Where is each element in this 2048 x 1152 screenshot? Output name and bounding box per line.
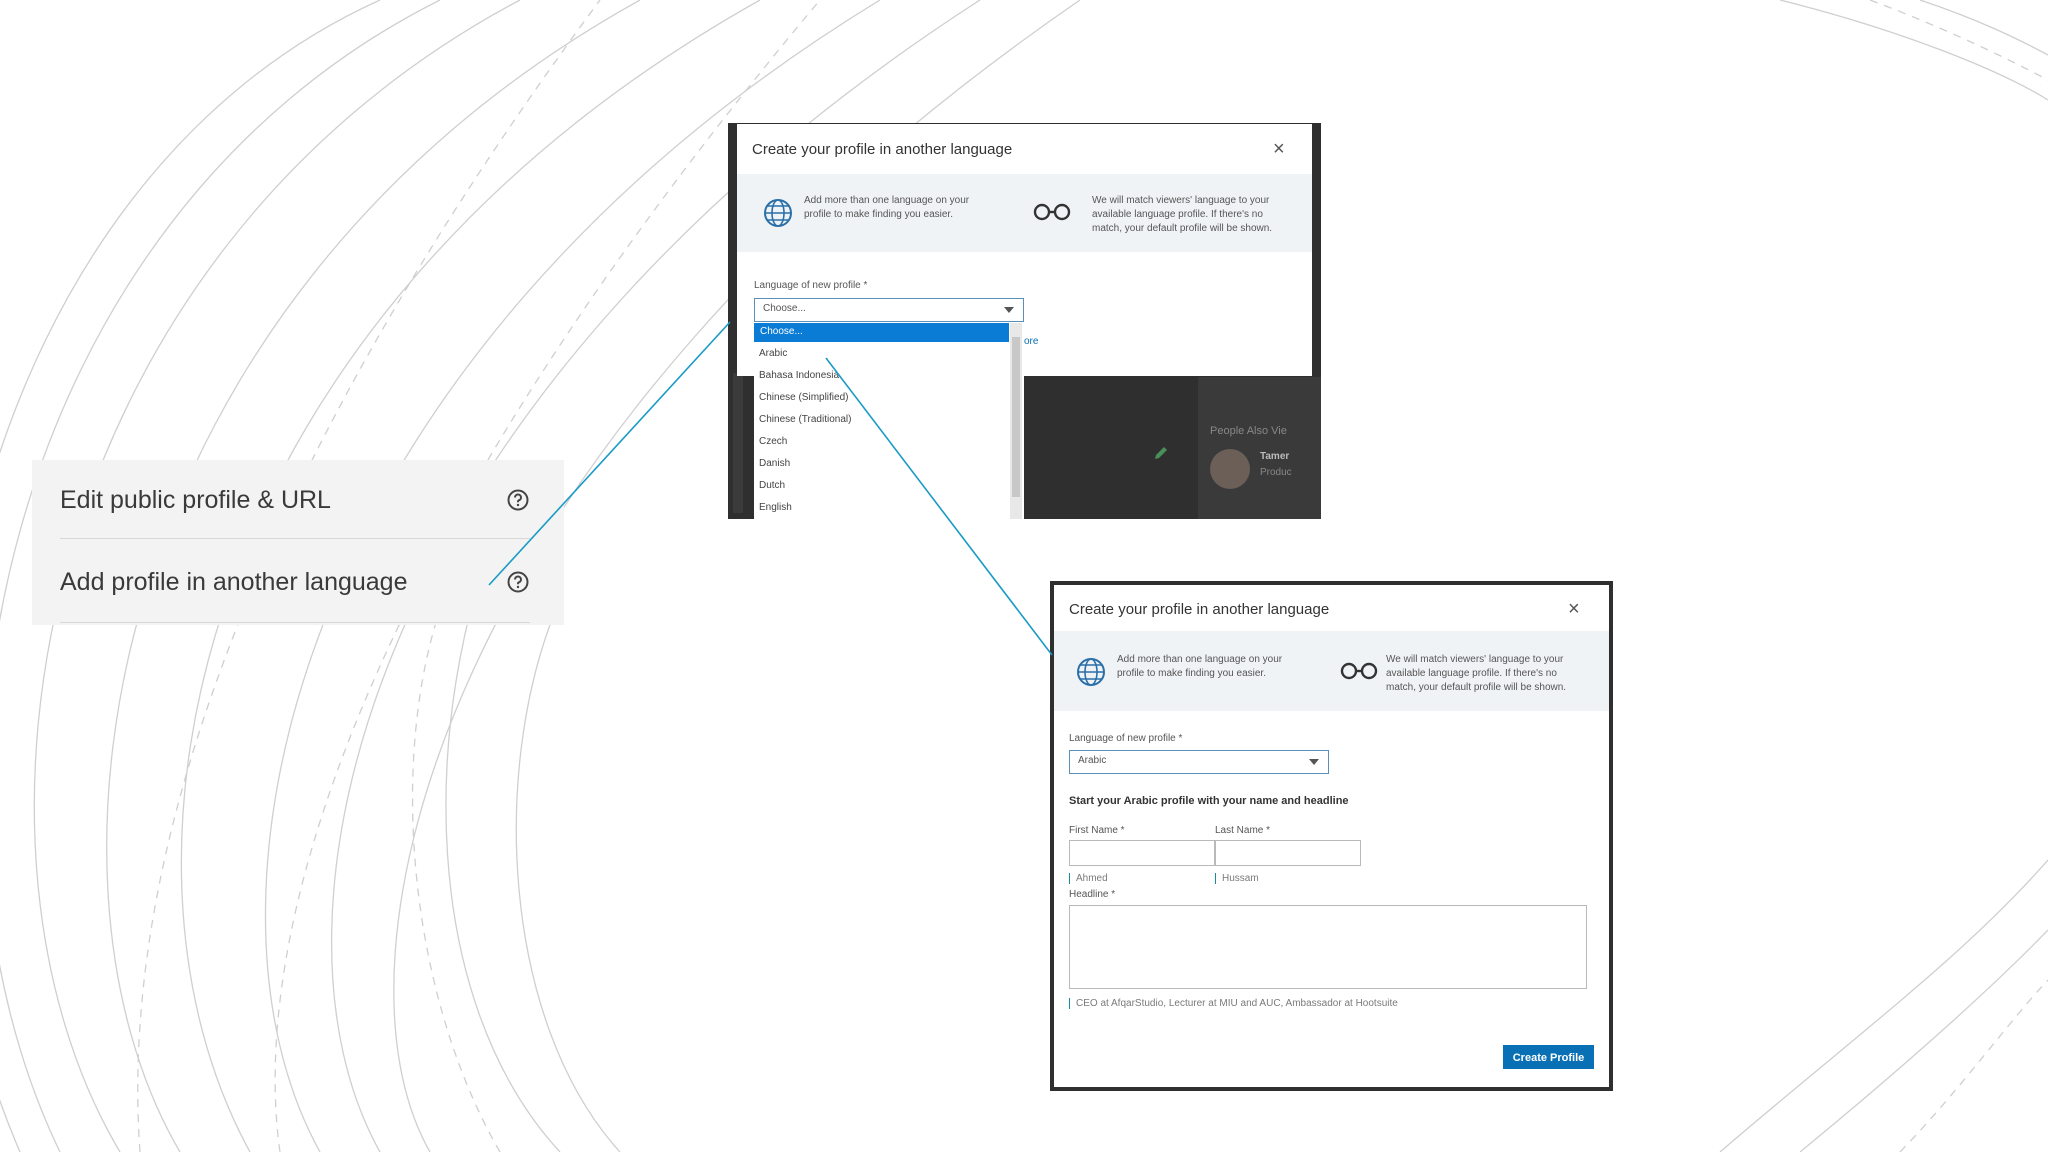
language-label: Language of new profile * bbox=[754, 280, 868, 291]
people-also-viewed-text: People Also Vie bbox=[1210, 425, 1287, 437]
headline-field[interactable] bbox=[1069, 905, 1587, 989]
first-name-field[interactable] bbox=[1069, 840, 1215, 866]
globe-icon bbox=[764, 199, 792, 227]
edit-public-profile-row[interactable]: Edit public profile & URL bbox=[60, 460, 530, 540]
pencil-icon bbox=[1155, 447, 1167, 459]
info-left-text: Add more than one language on your profi… bbox=[804, 195, 970, 220]
info-right-text: We will match viewers' language to your … bbox=[1386, 654, 1567, 693]
glasses-icon bbox=[1340, 662, 1378, 680]
dropdown-option-selected[interactable]: Choose... bbox=[754, 323, 1009, 342]
first-name-hint: Ahmed bbox=[1069, 873, 1108, 884]
dropdown-option[interactable]: Chinese (Traditional) bbox=[759, 414, 851, 425]
create-profile-button[interactable]: Create Profile bbox=[1503, 1045, 1594, 1069]
modal-title: Create your profile in another language bbox=[1069, 601, 1330, 618]
settings-divider bbox=[60, 622, 530, 623]
headline-hint: CEO at AfqarStudio, Lecturer at MIU and … bbox=[1069, 998, 1398, 1009]
partial-name: Tamer bbox=[1260, 451, 1290, 462]
dropdown-option[interactable]: English bbox=[759, 502, 792, 513]
info-left-text: Add more than one language on your profi… bbox=[1117, 654, 1283, 679]
settings-panel: Edit public profile & URL Add profile in… bbox=[32, 460, 564, 625]
add-profile-language-row[interactable]: Add profile in another language bbox=[60, 542, 530, 622]
last-name-hint: Hussam bbox=[1215, 873, 1259, 884]
glasses-icon bbox=[1033, 203, 1071, 221]
dropdown-option[interactable]: Czech bbox=[759, 436, 787, 447]
info-banner: Add more than one language on your profi… bbox=[737, 174, 1312, 252]
dropdown-option[interactable]: Arabic bbox=[759, 348, 787, 359]
close-icon[interactable]: × bbox=[1568, 599, 1580, 619]
scrollbar-thumb[interactable] bbox=[1012, 337, 1020, 497]
avatar bbox=[1210, 449, 1250, 489]
select-value: Arabic bbox=[1078, 755, 1107, 766]
language-dropdown-list: Choose... Arabic Bahasa Indonesia Chines… bbox=[754, 323, 1024, 519]
dropdown-option[interactable]: Bahasa Indonesia bbox=[759, 370, 839, 381]
section-heading: Start your Arabic profile with your name… bbox=[1069, 795, 1349, 807]
help-icon[interactable] bbox=[506, 570, 530, 594]
globe-icon bbox=[1077, 658, 1105, 686]
dropdown-option[interactable]: Chinese (Simplified) bbox=[759, 392, 848, 403]
close-icon[interactable]: × bbox=[1273, 139, 1285, 159]
background-card: People Also Vie Tamer Produc bbox=[1198, 377, 1321, 519]
last-name-field[interactable] bbox=[1215, 840, 1361, 866]
language-select[interactable]: Arabic bbox=[1069, 750, 1329, 774]
headline-label: Headline * bbox=[1069, 889, 1116, 900]
help-icon[interactable] bbox=[506, 488, 530, 512]
chevron-down-icon bbox=[1004, 307, 1014, 313]
info-banner: Add more than one language on your profi… bbox=[1054, 631, 1609, 711]
add-profile-language-label: Add profile in another language bbox=[60, 567, 408, 596]
create-profile-modal-form: Create your profile in another language … bbox=[1054, 585, 1609, 1087]
language-select[interactable]: Choose... bbox=[754, 298, 1024, 322]
dropdown-scrollbar[interactable] bbox=[1010, 323, 1022, 519]
first-name-label: First Name * bbox=[1069, 825, 1125, 836]
last-name-label: Last Name * bbox=[1215, 825, 1271, 836]
dropdown-option[interactable]: Danish bbox=[759, 458, 790, 469]
chevron-down-icon bbox=[1309, 759, 1319, 765]
settings-divider bbox=[60, 538, 530, 539]
language-label: Language of new profile * bbox=[1069, 733, 1183, 744]
info-right-text: We will match viewers' language to your … bbox=[1092, 195, 1273, 234]
modal-title: Create your profile in another language bbox=[752, 141, 1013, 158]
select-value: Choose... bbox=[763, 303, 806, 314]
dropdown-option[interactable]: Dutch bbox=[759, 480, 785, 491]
partial-link: ore bbox=[1024, 336, 1039, 347]
edit-public-profile-label: Edit public profile & URL bbox=[60, 485, 331, 514]
option-label: Choose... bbox=[760, 326, 803, 337]
frame-edge bbox=[733, 373, 743, 513]
partial-subtitle: Produc bbox=[1260, 467, 1292, 478]
